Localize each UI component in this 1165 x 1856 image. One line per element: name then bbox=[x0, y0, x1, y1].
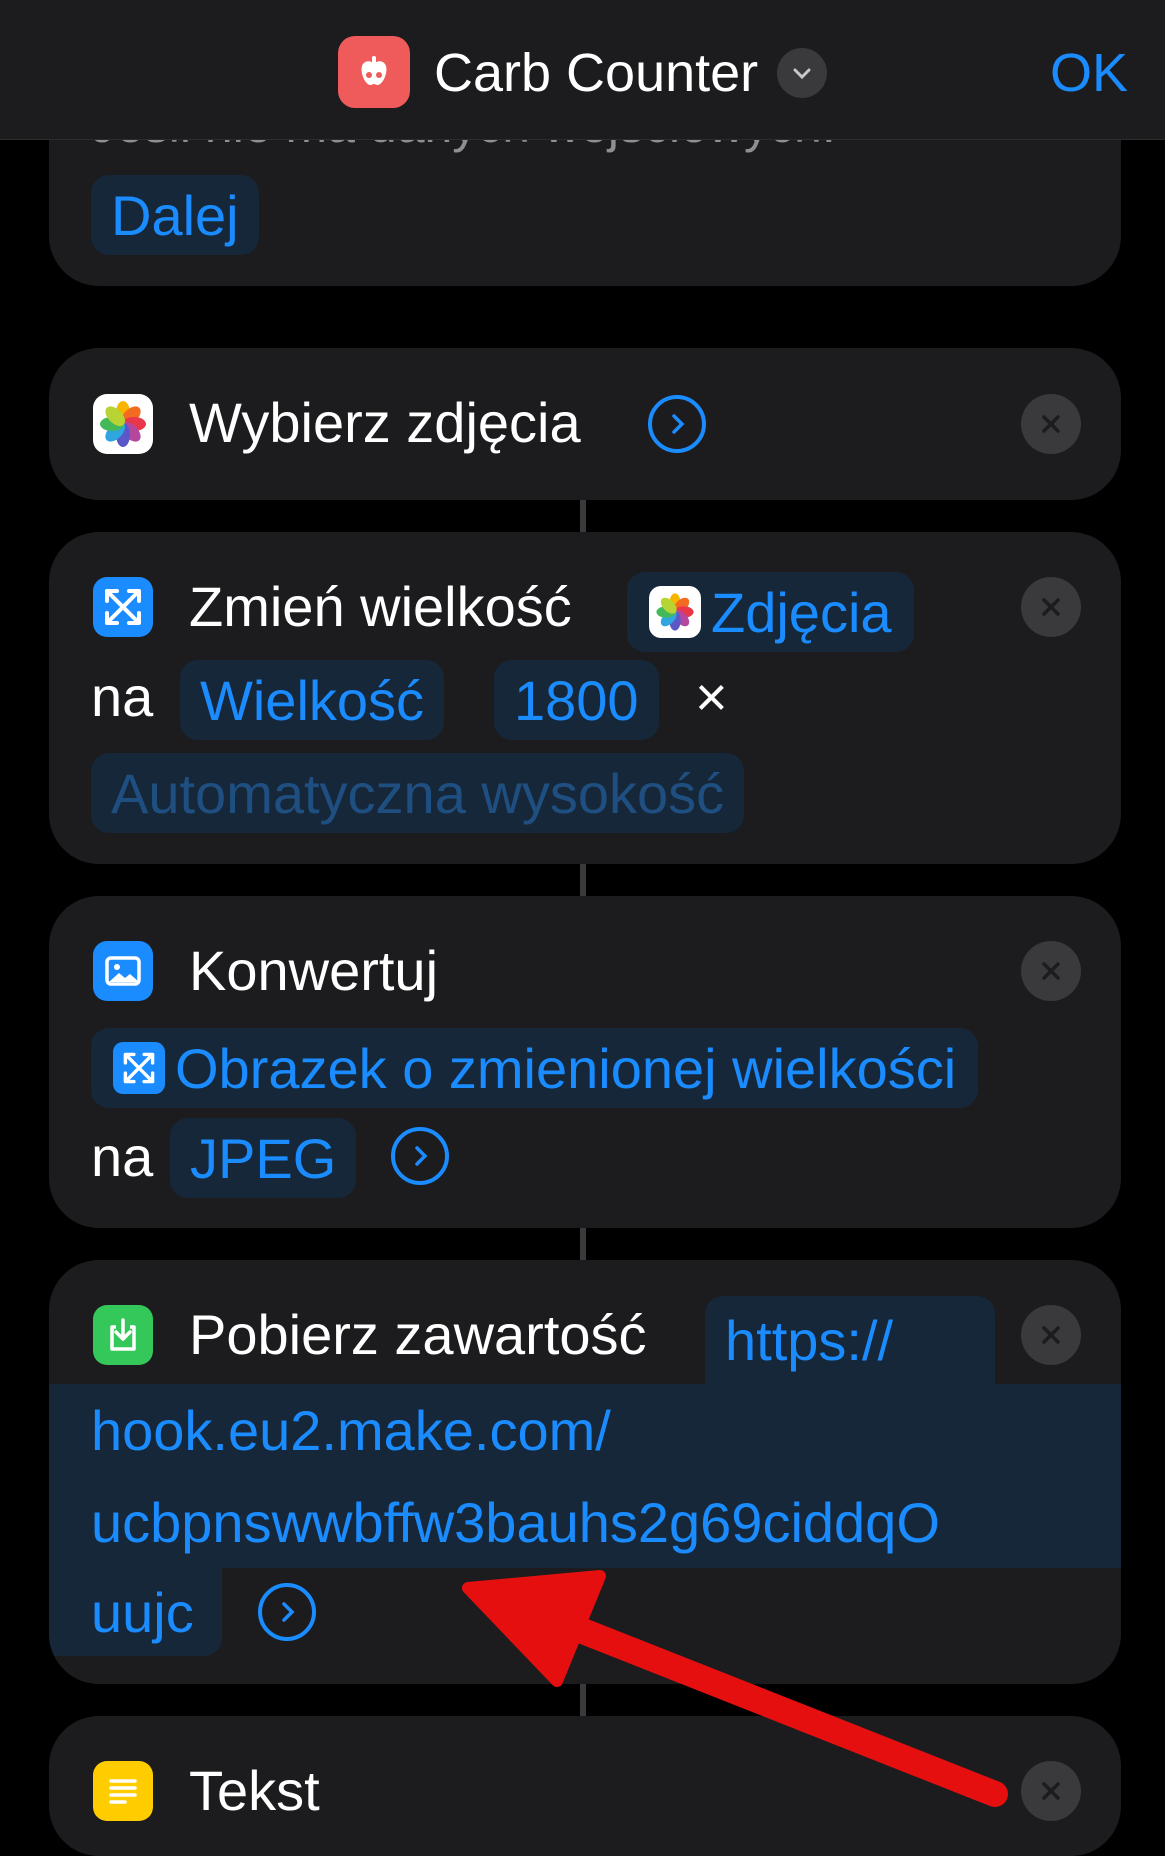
photos-flower-glyph bbox=[656, 593, 694, 631]
resize-arrows-icon bbox=[113, 1042, 165, 1094]
next-token[interactable]: Dalej bbox=[91, 175, 259, 255]
flow-connector bbox=[580, 1228, 586, 1260]
chevron-right-icon bbox=[672, 414, 685, 434]
url-token-line3[interactable]: ucbpnswwbffw3bauhs2g69ciddqO bbox=[49, 1476, 1121, 1568]
expand-button[interactable] bbox=[648, 395, 706, 453]
convert-app-icon bbox=[93, 941, 153, 1001]
close-icon bbox=[1042, 962, 1060, 980]
action-card-select-photos: Wybierz zdjęcia bbox=[49, 348, 1121, 500]
photos-token-label: Zdjęcia bbox=[711, 580, 892, 644]
close-icon bbox=[1042, 1782, 1060, 1800]
action-card-text: Tekst bbox=[49, 1716, 1121, 1856]
action-title: Wybierz zdjęcia bbox=[189, 391, 581, 454]
remove-action-button[interactable] bbox=[1021, 394, 1081, 454]
apple-icon bbox=[361, 56, 387, 85]
preposition-label: na bbox=[91, 665, 154, 728]
flow-connector bbox=[580, 1684, 586, 1716]
preposition-label: na bbox=[91, 1125, 154, 1188]
resized-image-label: Obrazek o zmienionej wielkości bbox=[175, 1036, 957, 1100]
expand-button[interactable] bbox=[391, 1127, 449, 1185]
action-card-convert: Konwertuj Obrazek o zmienionej wielkości… bbox=[49, 896, 1121, 1228]
remove-action-button[interactable] bbox=[1021, 941, 1081, 1001]
ok-button[interactable]: OK bbox=[1050, 42, 1128, 104]
photos-app-icon bbox=[93, 394, 153, 454]
image-icon bbox=[105, 956, 141, 986]
action-title: Konwertuj bbox=[189, 939, 439, 1002]
app-icon bbox=[338, 36, 410, 108]
download-icon bbox=[110, 1318, 136, 1351]
action-title: Zmień wielkość bbox=[189, 575, 572, 638]
remove-action-button[interactable] bbox=[1021, 577, 1081, 637]
photos-flower-icon bbox=[100, 401, 146, 447]
action-title: Pobierz zawartość bbox=[189, 1303, 647, 1366]
action-card-get-contents: Pobierz zawartość https:// hook.eu2.make… bbox=[49, 1260, 1121, 1684]
text-lines-icon bbox=[109, 1779, 137, 1804]
chevron-right-icon bbox=[415, 1146, 428, 1166]
url-token-line1[interactable]: https:// bbox=[705, 1296, 995, 1384]
remove-action-button[interactable] bbox=[1021, 1305, 1081, 1365]
title-menu-button[interactable] bbox=[777, 48, 827, 98]
close-icon bbox=[1042, 598, 1060, 616]
flow-connector bbox=[580, 864, 586, 896]
resize-arrows-glyph bbox=[123, 1052, 155, 1084]
chevron-right-icon bbox=[282, 1602, 295, 1622]
remove-action-button[interactable] bbox=[1021, 1761, 1081, 1821]
close-icon bbox=[1042, 415, 1060, 433]
resize-app-icon bbox=[93, 577, 153, 637]
times-sign: × bbox=[695, 665, 728, 728]
photos-variable-token[interactable]: Zdjęcia bbox=[627, 572, 914, 652]
width-token[interactable]: 1800 bbox=[494, 660, 659, 740]
download-app-icon bbox=[93, 1305, 153, 1365]
url-token-line2[interactable]: hook.eu2.make.com/ bbox=[49, 1384, 1121, 1476]
expand-button[interactable] bbox=[258, 1583, 316, 1641]
photos-flower-icon bbox=[649, 586, 701, 638]
resize-arrows-icon bbox=[105, 589, 141, 625]
action-card-resize: Zmień wielkość Zdjęcia na Wielkość 1800 … bbox=[49, 532, 1121, 864]
text-app-icon bbox=[93, 1761, 153, 1821]
resized-image-token[interactable]: Obrazek o zmienionej wielkości bbox=[91, 1028, 979, 1108]
chevron-down-icon bbox=[793, 68, 811, 80]
flow-connector bbox=[580, 500, 586, 532]
top-bar: Carb Counter OK bbox=[0, 0, 1165, 140]
action-title: Tekst bbox=[189, 1759, 320, 1822]
shortcut-title[interactable]: Carb Counter bbox=[434, 42, 758, 104]
format-token[interactable]: JPEG bbox=[170, 1118, 357, 1198]
url-token-line4[interactable]: uujc bbox=[49, 1568, 222, 1656]
size-mode-token[interactable]: Wielkość bbox=[180, 660, 445, 740]
close-icon bbox=[1042, 1326, 1060, 1344]
height-token[interactable]: Automatyczna wysokość bbox=[91, 753, 745, 833]
